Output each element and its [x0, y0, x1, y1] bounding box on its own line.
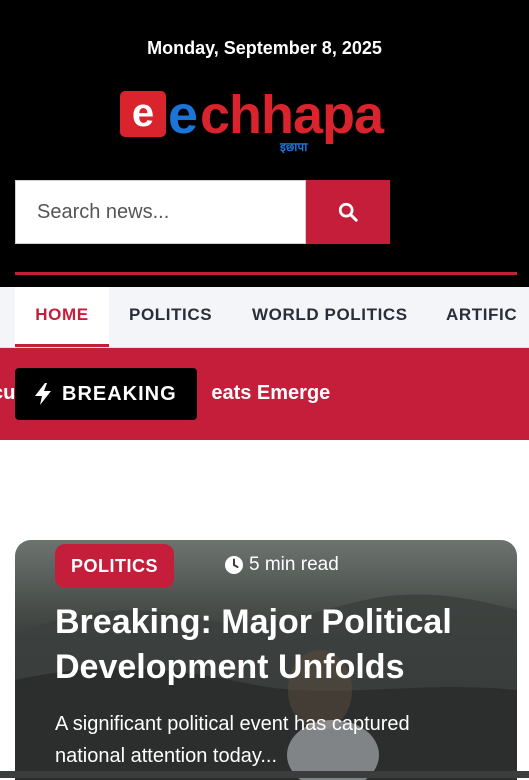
ticker-text-start: cu — [0, 382, 16, 404]
logo-wordmark-red: chhapa — [200, 85, 384, 145]
logo-subtitle: इछापा — [280, 140, 308, 154]
ticker-text-end: eats Emerge — [211, 382, 331, 404]
nav-item-world-politics[interactable]: WORLD POLITICS — [252, 287, 408, 347]
category-tag[interactable]: POLITICS — [55, 544, 174, 588]
breaking-news-bar: cu eats Emerge BREAKING — [0, 348, 529, 440]
current-date: Monday, September 8, 2025 — [147, 38, 382, 58]
featured-article-card[interactable]: POLITICS 5 min read Breaking: Major Poli… — [15, 540, 517, 780]
main-nav: HOME POLITICS WORLD POLITICS ARTIFIC — [0, 287, 529, 348]
bottom-edge — [0, 771, 529, 778]
logo-wordmark-blue: e — [168, 85, 198, 145]
nav-item-home[interactable]: HOME — [15, 287, 109, 347]
search-button[interactable] — [306, 180, 390, 244]
site-logo[interactable]: e e chhapa इछापा — [120, 85, 420, 158]
clock-icon — [224, 555, 244, 575]
nav-item-politics[interactable]: POLITICS — [129, 287, 212, 347]
read-time-label: 5 min read — [249, 554, 339, 575]
header-divider — [15, 272, 517, 275]
article-excerpt: A significant political event has captur… — [55, 713, 410, 767]
bolt-icon — [34, 383, 52, 405]
read-time: 5 min read — [224, 552, 339, 578]
search-input[interactable] — [15, 180, 306, 244]
logo-mark: e — [120, 91, 166, 137]
breaking-label: BREAKING — [62, 382, 177, 405]
search-icon — [337, 201, 359, 223]
nav-item-artificial[interactable]: ARTIFIC — [446, 287, 517, 347]
article-title[interactable]: Breaking: Major Political Development Un… — [55, 600, 495, 690]
site-header: Monday, September 8, 2025 e e chhapa इछा… — [0, 0, 529, 287]
breaking-badge: BREAKING — [15, 368, 197, 420]
